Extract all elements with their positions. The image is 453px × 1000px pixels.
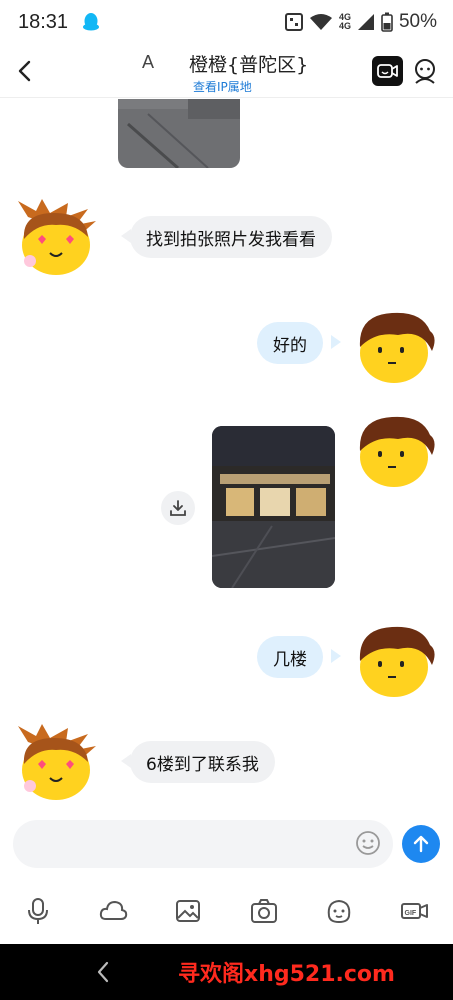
image-icon[interactable] bbox=[173, 896, 203, 926]
storefront-night-photo bbox=[212, 426, 335, 588]
send-button[interactable] bbox=[402, 825, 440, 863]
status-bar: 18:31 4G 4G 50% bbox=[0, 0, 453, 44]
bubble-tail bbox=[331, 649, 341, 663]
clock: 18:31 bbox=[18, 10, 69, 33]
nav-back-icon[interactable] bbox=[94, 960, 112, 984]
sticker-icon[interactable] bbox=[324, 896, 354, 926]
system-nav-bar: 寻欢阁xhg521.com bbox=[0, 944, 453, 1000]
image-message[interactable] bbox=[212, 426, 335, 588]
back-arrow-icon[interactable] bbox=[12, 58, 38, 84]
message-input[interactable] bbox=[13, 820, 393, 868]
contact-avatar[interactable] bbox=[8, 199, 98, 281]
my-avatar[interactable] bbox=[352, 307, 442, 389]
outgoing-text-message[interactable]: 好的 bbox=[257, 322, 323, 364]
bubble-tail bbox=[331, 335, 341, 349]
contact-profile-icon[interactable] bbox=[411, 57, 439, 85]
contact-letter: A bbox=[142, 52, 155, 72]
download-button[interactable] bbox=[161, 491, 195, 525]
video-call-button[interactable] bbox=[372, 56, 403, 86]
signal-icon bbox=[357, 14, 374, 30]
incoming-text-message[interactable]: 找到拍张照片发我看看 bbox=[130, 216, 332, 258]
arrow-up-icon bbox=[413, 835, 429, 853]
ip-location-link[interactable]: 查看IP属地 bbox=[193, 78, 252, 95]
gif-icon[interactable]: GIF bbox=[400, 896, 430, 926]
cloud-icon[interactable] bbox=[98, 896, 128, 926]
my-avatar[interactable] bbox=[352, 621, 442, 703]
input-toolbar: GIF bbox=[0, 888, 453, 934]
svg-text:GIF: GIF bbox=[405, 910, 417, 917]
my-avatar[interactable] bbox=[352, 411, 442, 493]
battery-icon bbox=[381, 12, 393, 32]
network-type: 4G 4G bbox=[338, 12, 351, 31]
street-photo-image bbox=[118, 99, 240, 168]
contact-name[interactable]: 橙橙{普陀区} bbox=[189, 50, 308, 77]
download-icon bbox=[170, 500, 186, 516]
watermark: 寻欢阁xhg521.com bbox=[178, 962, 395, 987]
microphone-icon[interactable] bbox=[23, 896, 53, 926]
nfc-icon bbox=[284, 13, 303, 31]
wifi-icon bbox=[309, 14, 332, 30]
qq-penguin-icon bbox=[83, 13, 100, 31]
contact-avatar[interactable] bbox=[8, 724, 98, 806]
battery-level: 50% bbox=[398, 11, 437, 32]
video-camera-icon bbox=[376, 64, 398, 78]
chat-header: A 橙橙{普陀区} 查看IP属地 bbox=[0, 44, 453, 98]
camera-icon[interactable] bbox=[249, 896, 279, 926]
status-icons: 4G 4G 50% bbox=[284, 11, 437, 33]
incoming-text-message[interactable]: 6楼到了联系我 bbox=[130, 741, 275, 783]
emoji-icon[interactable] bbox=[354, 829, 382, 857]
outgoing-text-message[interactable]: 几楼 bbox=[257, 636, 323, 678]
image-message[interactable] bbox=[118, 99, 240, 168]
message-list[interactable]: 找到拍张照片发我看看 好的 几楼 6楼到了联系我 bbox=[0, 99, 453, 812]
